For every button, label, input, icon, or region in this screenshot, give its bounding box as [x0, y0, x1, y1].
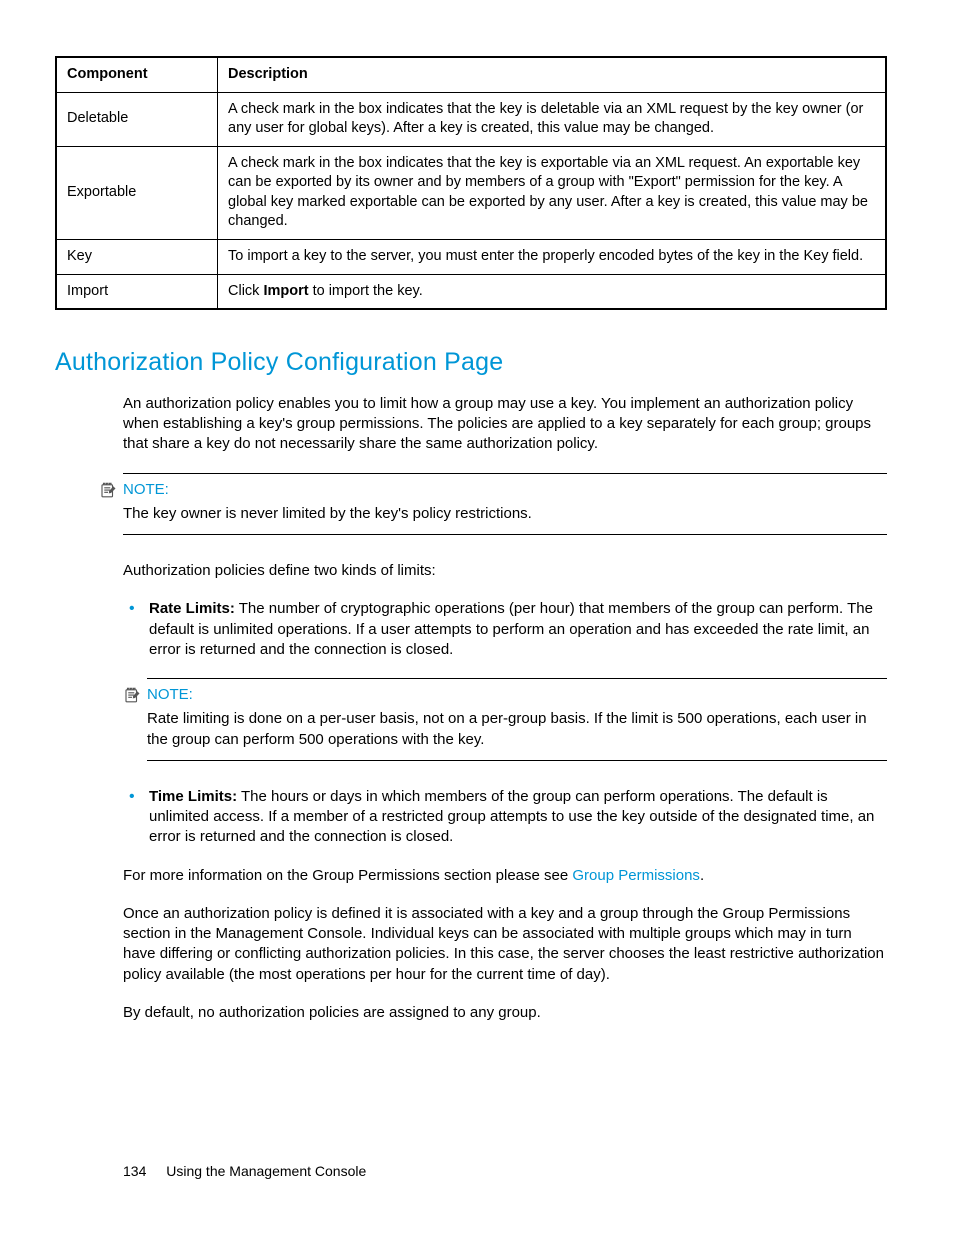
intro-paragraph: An authorization policy enables you to l… — [123, 394, 887, 455]
list-item: Time Limits: The hours or days in which … — [123, 787, 887, 848]
cell-component: Deletable — [56, 92, 218, 146]
time-label: Time Limits: — [149, 788, 237, 805]
text: Click — [228, 283, 263, 299]
rate-body: The number of cryptographic operations (… — [149, 600, 873, 658]
note-header: NOTE: — [99, 480, 887, 500]
th-component: Component — [56, 57, 218, 92]
note-icon — [99, 481, 117, 499]
default-paragraph: By default, no authorization policies ar… — [123, 1003, 887, 1023]
table-row: Exportable A check mark in the box indic… — [56, 146, 886, 239]
page-number: 134 — [123, 1163, 146, 1179]
text: For more information on the Group Permis… — [123, 867, 572, 884]
page-footer: 134 Using the Management Console — [123, 1162, 366, 1181]
table-row: Key To import a key to the server, you m… — [56, 239, 886, 274]
table-row: Import Click Import to import the key. — [56, 274, 886, 309]
note-label: NOTE: — [147, 685, 193, 705]
cell-description: A check mark in the box indicates that t… — [218, 146, 887, 239]
group-permissions-link[interactable]: Group Permissions — [572, 867, 700, 884]
cell-description: To import a key to the server, you must … — [218, 239, 887, 274]
note-body: Rate limiting is done on a per-user basi… — [147, 709, 887, 750]
cell-component: Key — [56, 239, 218, 274]
section-heading: Authorization Policy Configuration Page — [55, 346, 887, 380]
th-description: Description — [218, 57, 887, 92]
text: . — [700, 867, 704, 884]
more-info: For more information on the Group Permis… — [123, 866, 887, 886]
text: to import the key. — [309, 283, 423, 299]
text-bold: Import — [263, 283, 308, 299]
list-item: Rate Limits: The number of cryptographic… — [123, 599, 887, 660]
table-row: Deletable A check mark in the box indica… — [56, 92, 886, 146]
footer-title: Using the Management Console — [166, 1163, 366, 1179]
cell-description: A check mark in the box indicates that t… — [218, 92, 887, 146]
rate-label: Rate Limits: — [149, 600, 235, 617]
cell-component: Exportable — [56, 146, 218, 239]
cell-description: Click Import to import the key. — [218, 274, 887, 309]
limits-intro: Authorization policies define two kinds … — [123, 561, 887, 581]
note-icon — [123, 686, 141, 704]
note-body: The key owner is never limited by the ke… — [123, 504, 887, 524]
note-block: NOTE: Rate limiting is done on a per-use… — [147, 678, 887, 761]
note-label: NOTE: — [123, 480, 169, 500]
component-table: Component Description Deletable A check … — [55, 56, 887, 310]
note-header: NOTE: — [123, 685, 887, 705]
table-header-row: Component Description — [56, 57, 886, 92]
time-body: The hours or days in which members of th… — [149, 788, 874, 846]
note-block: NOTE: The key owner is never limited by … — [123, 473, 887, 536]
cell-component: Import — [56, 274, 218, 309]
assoc-paragraph: Once an authorization policy is defined … — [123, 904, 887, 985]
